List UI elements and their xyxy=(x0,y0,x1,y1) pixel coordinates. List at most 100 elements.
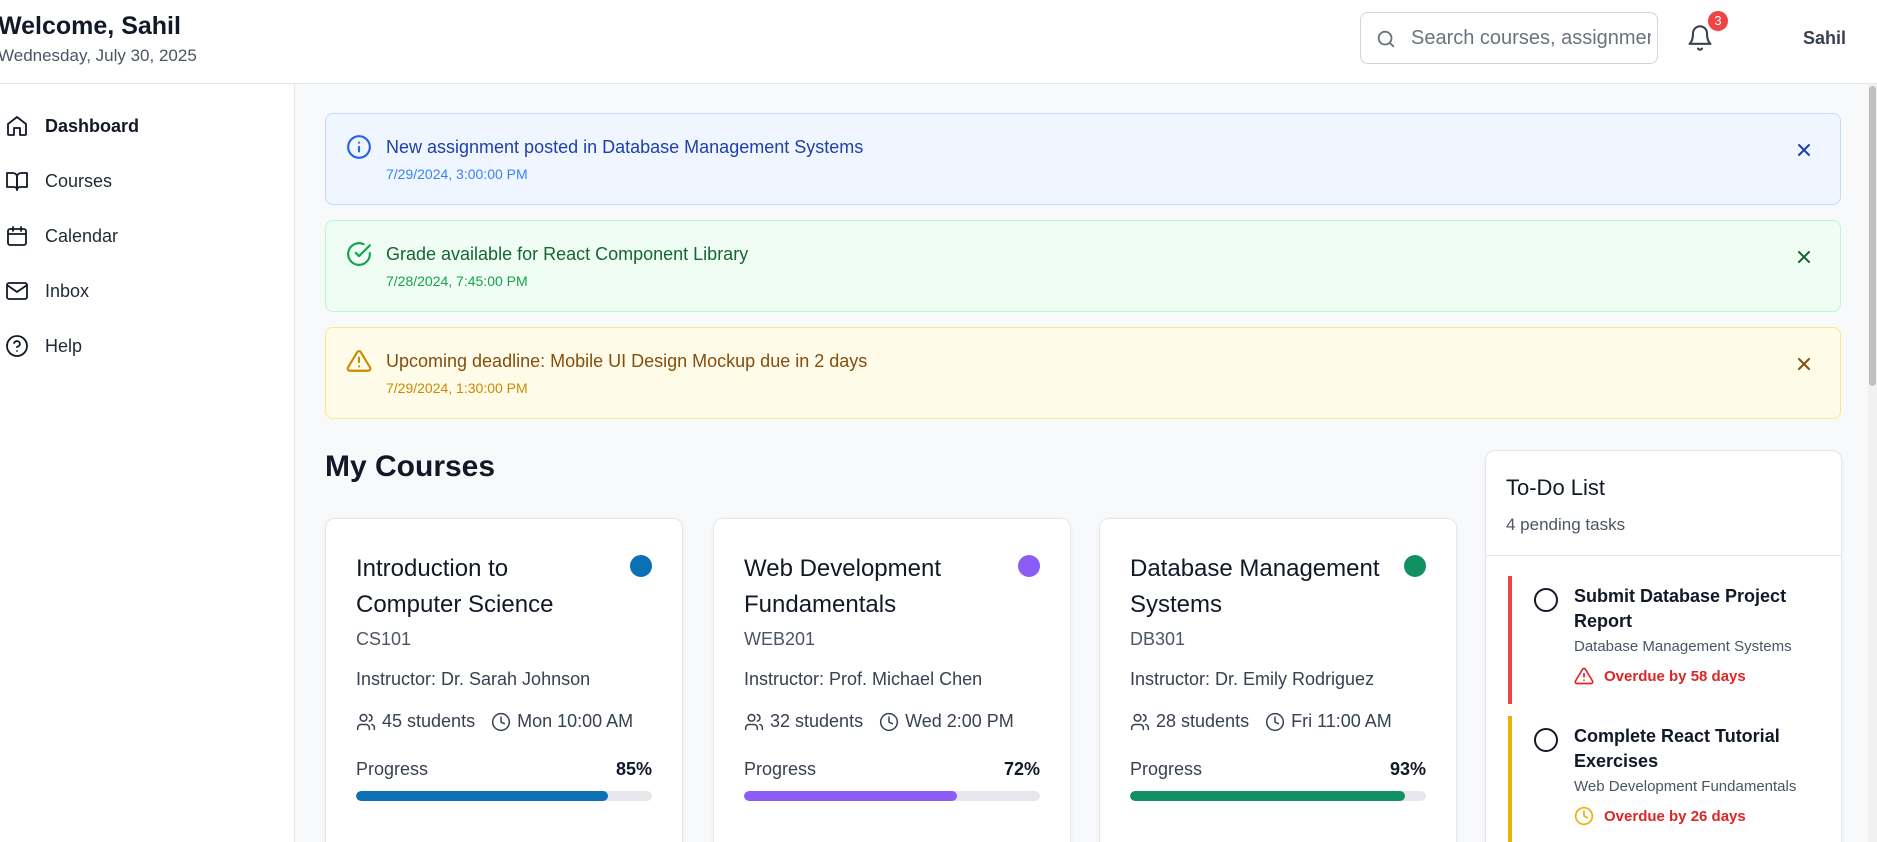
notification-title: Grade available for React Component Libr… xyxy=(386,244,749,264)
course-students: 45 students xyxy=(382,711,476,731)
progress-fill xyxy=(356,791,608,801)
progress-label: Progress xyxy=(356,759,429,779)
clock-icon xyxy=(491,712,511,731)
help-circle-icon xyxy=(6,335,28,357)
course-code: WEB201 xyxy=(744,629,816,649)
task-course: Web Development Fundamentals xyxy=(1574,778,1797,795)
progress-fill xyxy=(1130,791,1406,801)
course-students: 32 students xyxy=(770,711,864,731)
todo-task[interactable]: Complete React Tutorial Exercises Web De… xyxy=(1508,716,1828,842)
alert-triangle-icon xyxy=(346,350,372,372)
course-meta: 45 students Mon 10:00 AM xyxy=(356,711,633,732)
progress-label: Progress xyxy=(744,759,817,779)
sidebar-item-label: Courses xyxy=(45,171,113,191)
todo-header: To-Do List 4 pending tasks xyxy=(1486,451,1841,556)
search-input[interactable] xyxy=(1411,13,1651,63)
progress-label: Progress xyxy=(1130,759,1203,779)
task-due-text: Overdue by 26 days xyxy=(1604,807,1746,825)
progress-value: 93% xyxy=(1389,759,1426,779)
welcome-title: Welcome, Sahil xyxy=(0,12,181,40)
task-title: Complete React Tutorial Exercises xyxy=(1574,726,1780,771)
notification-warning: Upcoming deadline: Mobile UI Design Mock… xyxy=(325,327,1841,419)
task-due-status: Overdue by 26 days xyxy=(1574,806,1746,826)
course-title: Web Development Fundamentals xyxy=(744,555,941,618)
course-card[interactable]: Introduction to Computer Science CS101 I… xyxy=(325,518,683,842)
course-title: Database Management Systems xyxy=(1130,555,1380,618)
course-meta: 32 students Wed 2:00 PM xyxy=(744,711,1014,732)
progress-value: 85% xyxy=(615,759,652,779)
progress-track xyxy=(744,791,1040,801)
users-icon xyxy=(1130,713,1150,730)
sidebar-item-inbox[interactable]: Inbox xyxy=(0,269,290,313)
todo-title: To-Do List xyxy=(1506,475,1606,500)
bell-icon[interactable] xyxy=(1686,24,1714,52)
current-date: Wednesday, July 30, 2025 xyxy=(0,46,197,65)
users-icon xyxy=(744,713,764,730)
course-code: CS101 xyxy=(356,629,412,649)
todo-pending-count: 4 pending tasks xyxy=(1506,515,1626,534)
info-icon xyxy=(347,135,371,159)
sidebar-item-help[interactable]: Help xyxy=(0,324,290,368)
course-code: DB301 xyxy=(1130,629,1186,649)
course-instructor: Instructor: Prof. Michael Chen xyxy=(744,669,983,689)
home-icon xyxy=(7,116,27,136)
book-open-icon xyxy=(6,172,28,191)
section-title: My Courses xyxy=(325,450,496,483)
search-box[interactable] xyxy=(1360,12,1658,64)
course-meta: 28 students Fri 11:00 AM xyxy=(1130,711,1392,732)
course-color-dot xyxy=(630,555,652,577)
scrollbar-thumb[interactable] xyxy=(1869,86,1876,386)
calendar-icon xyxy=(7,226,27,246)
notification-time: 7/28/2024, 7:45:00 PM xyxy=(386,273,528,289)
close-icon[interactable] xyxy=(1794,354,1814,374)
course-schedule: Wed 2:00 PM xyxy=(905,711,1014,731)
clock-icon xyxy=(1574,806,1594,826)
progress-track xyxy=(1130,791,1426,801)
clock-icon xyxy=(1265,712,1285,731)
progress-fill xyxy=(744,791,958,801)
course-color-dot xyxy=(1404,555,1426,577)
notification-title: Upcoming deadline: Mobile UI Design Mock… xyxy=(386,351,868,371)
course-title: Introduction to Computer Science xyxy=(356,555,554,618)
task-checkbox[interactable] xyxy=(1534,728,1558,752)
clock-icon xyxy=(879,712,899,731)
course-card[interactable]: Database Management Systems DB301 Instru… xyxy=(1099,518,1457,842)
todo-panel: To-Do List 4 pending tasks Submit Databa… xyxy=(1485,450,1842,842)
user-menu[interactable]: Sahil xyxy=(1803,28,1846,49)
users-icon xyxy=(356,713,376,730)
progress-track xyxy=(356,791,652,801)
sidebar-item-calendar[interactable]: Calendar xyxy=(0,214,290,258)
course-schedule: Mon 10:00 AM xyxy=(517,711,634,731)
course-students: 28 students xyxy=(1156,711,1250,731)
notification-info: New assignment posted in Database Manage… xyxy=(325,113,1841,205)
todo-task[interactable]: Submit Database Project Report Database … xyxy=(1508,576,1828,704)
alert-triangle-icon xyxy=(1574,667,1594,685)
course-color-dot xyxy=(1018,555,1040,577)
task-course: Database Management Systems xyxy=(1574,638,1792,655)
sidebar-item-label: Calendar xyxy=(45,226,119,246)
task-due-text: Overdue by 58 days xyxy=(1604,667,1746,685)
page-scrollbar[interactable] xyxy=(1868,84,1877,842)
notification-title: New assignment posted in Database Manage… xyxy=(386,137,864,157)
close-icon[interactable] xyxy=(1794,140,1814,160)
sidebar-item-label: Help xyxy=(45,336,83,356)
sidebar-item-courses[interactable]: Courses xyxy=(0,159,290,203)
top-header: Welcome, Sahil Wednesday, July 30, 2025 … xyxy=(0,0,1877,84)
sidebar-item-dashboard[interactable]: Dashboard xyxy=(0,104,290,148)
task-title: Submit Database Project Report xyxy=(1574,586,1787,631)
course-card[interactable]: Web Development Fundamentals WEB201 Inst… xyxy=(713,518,1071,842)
course-instructor: Instructor: Dr. Sarah Johnson xyxy=(356,669,591,689)
course-schedule: Fri 11:00 AM xyxy=(1291,711,1392,731)
notification-time: 7/29/2024, 3:00:00 PM xyxy=(386,166,528,182)
sidebar: Dashboard Courses Calendar Inbox Help xyxy=(0,84,295,842)
mail-icon xyxy=(6,282,28,300)
notification-count-badge: 3 xyxy=(1708,11,1728,31)
notification-time: 7/29/2024, 1:30:00 PM xyxy=(386,380,528,396)
check-circle-icon xyxy=(347,242,371,266)
course-instructor: Instructor: Dr. Emily Rodriguez xyxy=(1130,669,1375,689)
close-icon[interactable] xyxy=(1794,247,1814,267)
task-checkbox[interactable] xyxy=(1534,588,1558,612)
progress-value: 72% xyxy=(1003,759,1040,779)
sidebar-item-label: Inbox xyxy=(45,281,90,301)
task-due-status: Overdue by 58 days xyxy=(1574,666,1746,686)
